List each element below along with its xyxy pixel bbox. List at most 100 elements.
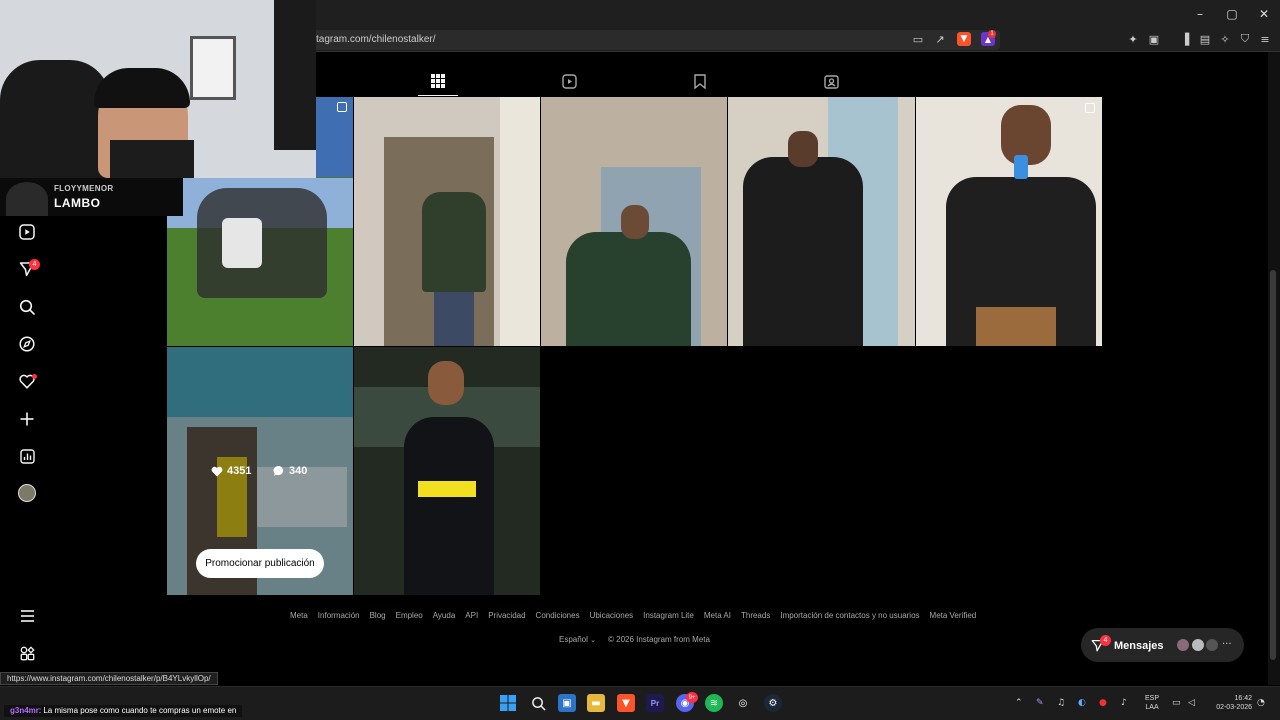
- promote-post-button[interactable]: Promocionar publicación: [196, 549, 324, 578]
- comments-stat: 340: [273, 465, 307, 477]
- steam-icon[interactable]: ⚙: [764, 694, 782, 712]
- language-select[interactable]: Español ⌄: [559, 635, 596, 644]
- close-icon[interactable]: ✕: [1248, 0, 1280, 28]
- minimize-icon[interactable]: –: [1184, 0, 1216, 28]
- system-clock[interactable]: 16:42 02-03-2026: [1210, 694, 1252, 712]
- tab-posts[interactable]: [429, 72, 447, 90]
- chat-text: : La misma pose como cuando te compras u…: [38, 706, 237, 715]
- avatar: [1191, 638, 1205, 652]
- headset-icon[interactable]: ♫: [1057, 698, 1065, 708]
- also-from-meta-icon: [20, 645, 35, 660]
- screen: { "browser": { "url_visible": "tagram.co…: [0, 0, 1280, 720]
- hamburger-menu-icon: [20, 610, 34, 622]
- post-thumbnail[interactable]: [354, 347, 540, 595]
- scrollbar-thumb[interactable]: [1270, 270, 1276, 660]
- network-icon[interactable]: ▭: [1172, 698, 1181, 708]
- post-thumbnail[interactable]: [916, 97, 1102, 346]
- more-options-icon[interactable]: ···: [1222, 639, 1232, 650]
- vpn-shield-icon[interactable]: ⛉: [1238, 32, 1252, 46]
- browser-menu-icon[interactable]: ≡: [1258, 32, 1272, 46]
- extensions-icon[interactable]: ✦: [1126, 32, 1140, 46]
- footer-link[interactable]: Condiciones: [536, 611, 580, 620]
- reels-icon: [19, 224, 35, 240]
- footer-link[interactable]: Importación de contactos y no usuarios: [780, 611, 919, 620]
- brave-browser-icon[interactable]: ▼: [617, 694, 635, 712]
- sidebar-toggle-icon[interactable]: ▐: [1178, 32, 1192, 46]
- keyboard-language[interactable]: ESP LAA: [1145, 694, 1159, 712]
- footer-link[interactable]: Blog: [370, 611, 386, 620]
- footer-link[interactable]: Meta AI: [704, 611, 731, 620]
- footer-link[interactable]: Instagram Lite: [643, 611, 694, 620]
- wallet-icon[interactable]: ▤: [1198, 32, 1212, 46]
- windows-logo-icon: [500, 695, 516, 711]
- active-tab-indicator: [418, 95, 458, 96]
- file-explorer-icon[interactable]: ▬: [587, 694, 605, 712]
- brave-shields-icon[interactable]: ▼: [957, 32, 971, 46]
- nav-profile[interactable]: [18, 484, 36, 502]
- notification-bell-icon[interactable]: ◔: [1257, 698, 1265, 708]
- clock-date: 02-03-2026: [1216, 704, 1252, 711]
- post-thumbnail[interactable]: [354, 97, 540, 346]
- spotify-icon[interactable]: ≋: [705, 694, 723, 712]
- dashboard-chart-icon: [19, 448, 35, 464]
- copyright: © 2026 Instagram from Meta: [608, 635, 710, 644]
- nav-search[interactable]: [18, 298, 36, 316]
- messages-pill-label: Mensajes: [1114, 640, 1164, 652]
- maximize-icon[interactable]: ▢: [1216, 0, 1248, 28]
- nav-explore[interactable]: [18, 335, 36, 353]
- footer-link[interactable]: Threads: [741, 611, 770, 620]
- chat-username: g3n4mr: [10, 706, 39, 715]
- footer-link[interactable]: Ayuda: [433, 611, 456, 620]
- post-thumbnail[interactable]: [541, 97, 727, 346]
- window-controls: – ▢ ✕: [1184, 0, 1280, 28]
- grid-icon: [431, 74, 445, 88]
- tray-app-icon[interactable]: ✎: [1036, 698, 1044, 708]
- post-thumbnail[interactable]: [167, 178, 353, 346]
- obs-icon[interactable]: ◎: [734, 694, 752, 712]
- footer-link[interactable]: API: [465, 611, 478, 620]
- create-plus-icon: [20, 412, 34, 426]
- share-icon[interactable]: ↗: [933, 32, 947, 46]
- reels-icon: [561, 73, 577, 89]
- nav-reels[interactable]: [18, 223, 36, 241]
- footer-link[interactable]: Meta: [290, 611, 308, 620]
- nav-more[interactable]: [18, 607, 36, 625]
- footer-link[interactable]: Meta Verified: [930, 611, 977, 620]
- tray-overflow-chevron-icon[interactable]: ⌃: [1015, 698, 1023, 708]
- volume-icon[interactable]: ◁: [1188, 698, 1195, 708]
- taskbar-search-icon[interactable]: [529, 694, 547, 712]
- footer-link[interactable]: Empleo: [396, 611, 423, 620]
- tray-recorder-icon[interactable]: ●: [1099, 698, 1107, 708]
- tab-tagged[interactable]: [822, 72, 840, 90]
- carousel-icon: [337, 102, 347, 112]
- microphone-icon[interactable]: ♪: [1121, 698, 1127, 708]
- premiere-pro-icon[interactable]: Pr: [646, 694, 664, 712]
- webcam-overlay: [0, 0, 316, 178]
- nav-create[interactable]: [18, 410, 36, 428]
- likes-stat: 4351: [211, 465, 251, 477]
- screenshot-icon[interactable]: ▣: [1147, 32, 1161, 46]
- comment-bubble-icon: [273, 465, 284, 476]
- messages-badge: 4: [29, 259, 40, 270]
- leo-ai-icon[interactable]: ✧: [1218, 32, 1232, 46]
- footer-link[interactable]: Información: [318, 611, 360, 620]
- notification-dot: [32, 374, 37, 379]
- address-bar-url[interactable]: tagram.com/chilenostalker/: [316, 34, 436, 45]
- carousel-icon: [1085, 103, 1095, 113]
- streamer-subtitle: FLOYYMENOR: [54, 184, 114, 193]
- post-thumbnail[interactable]: [728, 97, 915, 346]
- nav-dashboard[interactable]: [18, 447, 36, 465]
- tray-steam-icon[interactable]: ◐: [1078, 698, 1086, 708]
- rewards-badge: 1: [988, 30, 996, 38]
- footer-link[interactable]: Ubicaciones: [590, 611, 634, 620]
- start-button[interactable]: [499, 694, 517, 712]
- cast-icon[interactable]: ▭: [911, 32, 925, 46]
- discord-badge: 9+: [686, 692, 698, 703]
- footer-link[interactable]: Privacidad: [488, 611, 525, 620]
- tab-reels[interactable]: [560, 72, 578, 90]
- nav-also-from-meta[interactable]: [18, 644, 36, 662]
- bookmark-icon: [694, 73, 706, 89]
- widgets-icon[interactable]: ▣: [558, 694, 576, 712]
- tab-saved[interactable]: [691, 72, 709, 90]
- keyboard-language-code: ESP: [1145, 695, 1160, 702]
